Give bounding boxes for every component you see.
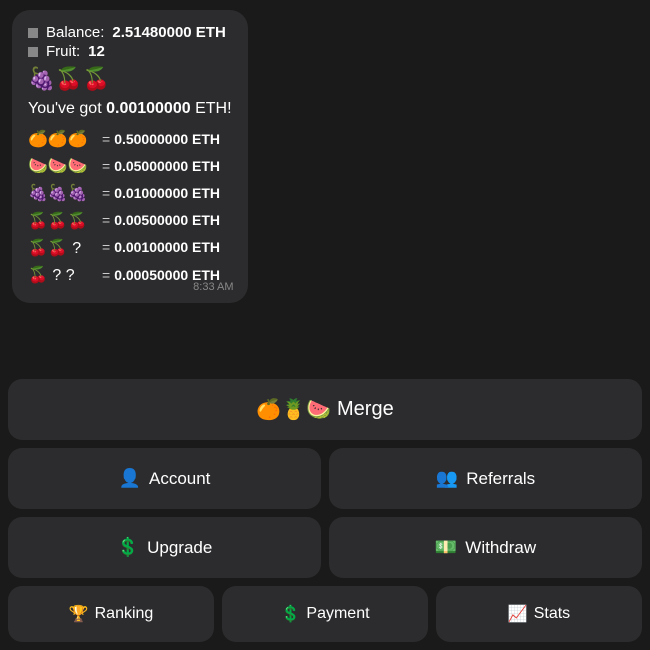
emoji-3: 🍒🍒🍒 — [28, 208, 98, 235]
fruit-square-icon — [28, 47, 38, 57]
emoji-2: 🍇🍇🍇 — [28, 180, 98, 207]
equals-4: = — [102, 236, 110, 260]
value-row-4: 🍒🍒 ? = 0.00100000 ETH — [28, 235, 232, 262]
bottom-row: 🏆 Ranking 💲 Payment 📈 Stats — [8, 586, 642, 642]
balance-label: Balance: — [46, 24, 104, 41]
emoji-4: 🍒🍒 ? — [28, 235, 98, 262]
fruit-value: 12 — [88, 43, 105, 60]
equals-1: = — [102, 155, 110, 179]
upgrade-button[interactable]: 💲 Upgrade — [8, 517, 321, 578]
equals-3: = — [102, 209, 110, 233]
eth-0: 0.50000000 ETH — [114, 128, 220, 152]
withdraw-label: Withdraw — [465, 538, 536, 558]
fruit-label: Fruit: — [46, 43, 80, 60]
merge-label: Merge — [337, 398, 394, 421]
referrals-icon: 👥 — [436, 468, 458, 489]
emoji-5: 🍒 ? ? — [28, 262, 98, 289]
equals-0: = — [102, 128, 110, 152]
account-button[interactable]: 👤 Account — [8, 448, 321, 509]
upgrade-label: Upgrade — [147, 538, 212, 558]
eth-2: 0.01000000 ETH — [114, 182, 220, 206]
value-row-1: 🍉🍉🍉 = 0.05000000 ETH — [28, 153, 232, 180]
stats-icon: 📈 — [508, 604, 528, 624]
eth-4: 0.00100000 ETH — [114, 236, 220, 260]
eth-1: 0.05000000 ETH — [114, 155, 220, 179]
fruit-line: Fruit: 12 — [28, 43, 232, 60]
merge-icon: 🍊🍍🍉 — [256, 397, 331, 422]
merge-button[interactable]: 🍊🍍🍉 Merge — [8, 379, 642, 440]
fruit-emojis: 🍇🍒🍒 — [28, 66, 232, 92]
value-row-2: 🍇🍇🍇 = 0.01000000 ETH — [28, 180, 232, 207]
stats-label: Stats — [534, 605, 570, 623]
withdraw-icon: 💵 — [435, 537, 457, 558]
balance-square-icon — [28, 28, 38, 38]
upgrade-icon: 💲 — [117, 537, 139, 558]
balance-value: 2.51480000 ETH — [112, 24, 225, 41]
value-table: 🍊🍊🍊 = 0.50000000 ETH 🍉🍉🍉 = 0.05000000 ET… — [28, 126, 232, 289]
eth-3: 0.00500000 ETH — [114, 209, 220, 233]
value-row-0: 🍊🍊🍊 = 0.50000000 ETH — [28, 126, 232, 153]
value-row-3: 🍒🍒🍒 = 0.00500000 ETH — [28, 208, 232, 235]
nav-grid: 👤 Account 👥 Referrals 💲 Upgrade 💵 Withdr… — [8, 448, 642, 578]
payment-button[interactable]: 💲 Payment — [222, 586, 428, 642]
withdraw-button[interactable]: 💵 Withdraw — [329, 517, 642, 578]
account-icon: 👤 — [119, 468, 141, 489]
got-text-line: You've got 0.00100000 ETH! — [28, 100, 232, 118]
referrals-button[interactable]: 👥 Referrals — [329, 448, 642, 509]
ranking-icon: 🏆 — [69, 604, 89, 624]
got-prefix: You've got — [28, 100, 106, 117]
got-value: 0.00100000 — [106, 100, 191, 117]
emoji-0: 🍊🍊🍊 — [28, 126, 98, 153]
emoji-1: 🍉🍉🍉 — [28, 153, 98, 180]
stats-button[interactable]: 📈 Stats — [436, 586, 642, 642]
chat-area: Balance: 2.51480000 ETH Fruit: 12 🍇🍒🍒 Yo… — [0, 0, 650, 373]
payment-icon: 💲 — [280, 604, 300, 624]
equals-2: = — [102, 182, 110, 206]
ranking-label: Ranking — [95, 605, 154, 623]
payment-label: Payment — [306, 605, 369, 623]
got-suffix: ETH! — [191, 100, 232, 117]
referrals-label: Referrals — [466, 469, 535, 489]
message-timestamp: 8:33 AM — [193, 281, 233, 293]
balance-line: Balance: 2.51480000 ETH — [28, 24, 232, 41]
ranking-button[interactable]: 🏆 Ranking — [8, 586, 214, 642]
account-label: Account — [149, 469, 210, 489]
message-bubble: Balance: 2.51480000 ETH Fruit: 12 🍇🍒🍒 Yo… — [12, 10, 248, 303]
equals-5: = — [102, 264, 110, 288]
bottom-nav: 🍊🍍🍉 Merge 👤 Account 👥 Referrals 💲 Upgrad… — [0, 373, 650, 650]
